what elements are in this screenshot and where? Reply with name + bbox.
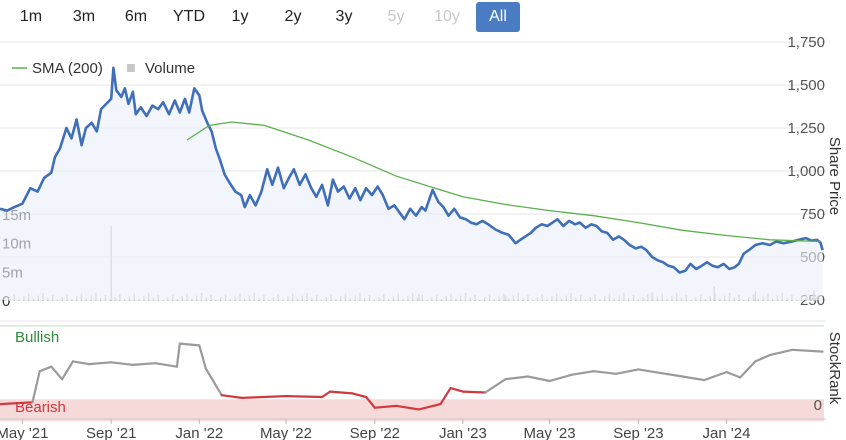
stockrank-segment — [614, 368, 640, 375]
stockrank-segment — [87, 361, 113, 366]
stockrank-segment — [38, 365, 53, 373]
legend-volume-swatch — [127, 64, 135, 72]
chart-widget: 1m 3m 6m YTD 1y 2y 3y 5y 10y All 1,750 1,500 1,250 1… — [0, 0, 846, 440]
stockrank-segment — [504, 375, 530, 381]
price-tick-label: 1,000 — [787, 163, 825, 180]
price-tick-label: 750 — [800, 206, 825, 223]
price-area — [0, 67, 823, 300]
stockrank-segment — [484, 378, 507, 394]
price-tick-label: 1,500 — [787, 77, 825, 94]
stockrank-segment — [198, 344, 207, 370]
stockrank-segment — [71, 360, 90, 366]
stockrank-segment — [50, 365, 64, 381]
chart-canvas: 1,7501,5001,2501,00075050025015m10m5m0Sh… — [0, 34, 843, 440]
x-tick-label: May '22 — [260, 425, 312, 440]
stockrank-segment — [791, 348, 824, 353]
x-tick-label: May '21 — [0, 425, 48, 440]
x-tick-label: May '23 — [524, 425, 576, 440]
x-tick-label: Sep '23 — [613, 425, 663, 440]
stockrank-segment — [220, 394, 243, 399]
x-tick-label: Jan '22 — [175, 425, 223, 440]
stockrank-axis-title: StockRank — [826, 332, 843, 405]
stockrank-segment — [461, 390, 487, 394]
stockrank-segment — [449, 387, 464, 393]
stockrank-segment — [284, 395, 324, 399]
stockrank-segment — [526, 375, 551, 383]
bullish-band — [0, 325, 824, 327]
stockrank-segment — [570, 370, 595, 376]
stockrank-segment — [240, 395, 288, 399]
stockrank-tick-label: 0 — [814, 397, 822, 414]
stockrank-segment — [60, 360, 75, 381]
stockrank-segment — [328, 390, 354, 395]
stockrank-segment — [725, 371, 742, 379]
price-axis-title: Share Price — [826, 137, 843, 215]
bearish-label: Bearish — [15, 399, 66, 416]
stockrank-segment — [658, 371, 684, 378]
stockrank-segment — [592, 370, 618, 375]
stockrank-segment — [154, 362, 178, 368]
stockrank-segment — [31, 370, 41, 404]
x-tick-label: Jan '24 — [703, 425, 751, 440]
stockrank-segment — [548, 373, 574, 383]
stockrank-segment — [739, 360, 757, 379]
bearish-band — [0, 399, 824, 422]
stockrank-segment — [131, 362, 157, 366]
stockrank-segment — [175, 342, 181, 368]
stockrank-segment — [637, 368, 662, 374]
x-tick-label: Sep '22 — [350, 425, 400, 440]
stockrank-segment — [768, 348, 794, 357]
price-tick-label: 1,250 — [787, 120, 825, 137]
stockrank-segment — [702, 371, 728, 382]
stockrank-segment — [754, 354, 771, 363]
stockrank-segment — [351, 392, 368, 399]
x-tick-label: Jan '23 — [439, 425, 487, 440]
stockrank-segment — [204, 367, 223, 397]
stockrank-segment — [321, 390, 332, 399]
stockrank-segment — [110, 361, 134, 366]
price-tick-label: 1,750 — [787, 34, 825, 51]
x-tick-label: Sep '21 — [86, 425, 136, 440]
bullish-label: Bullish — [15, 329, 59, 346]
legend-volume-label: Volume — [145, 60, 195, 77]
legend-sma-label: SMA (200) — [32, 60, 103, 77]
stockrank-segment — [178, 342, 201, 347]
stockrank-segment — [681, 375, 706, 382]
